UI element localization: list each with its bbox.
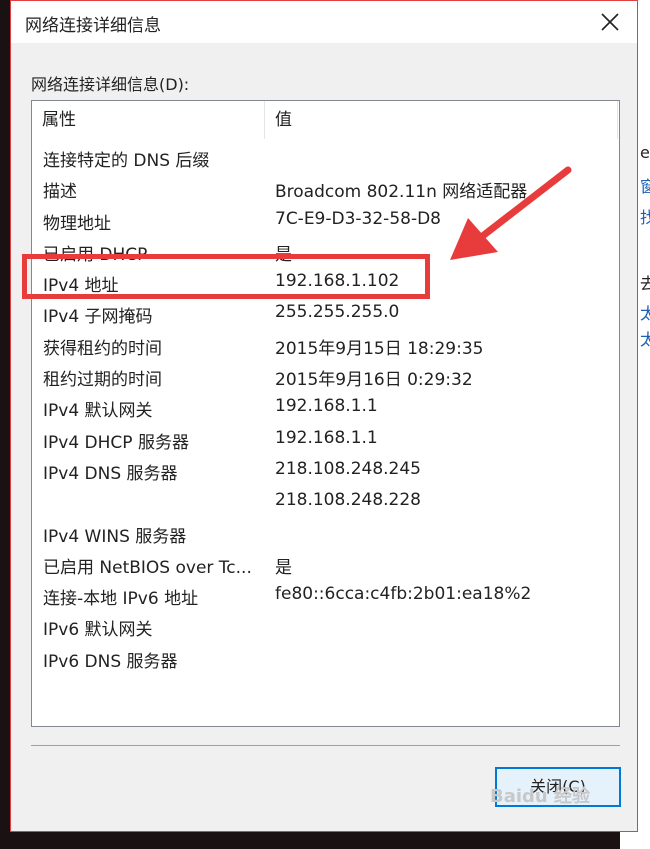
column-header-property[interactable]: 属性	[32, 101, 265, 139]
list-header: 属性 值	[32, 101, 618, 139]
property-name: 连接-本地 IPv6 地址	[43, 589, 199, 610]
list-item[interactable]: IPv4 DHCP 服务器 192.168.1.1	[32, 424, 618, 455]
list-item[interactable]: 218.108.248.228	[32, 486, 618, 517]
separator	[31, 745, 620, 746]
background-link[interactable]: 窗	[640, 173, 650, 197]
property-name: 租约过期的时间	[43, 370, 162, 391]
dialog-title: 网络连接详细信息	[25, 16, 161, 36]
close-icon[interactable]	[593, 5, 627, 39]
details-label: 网络连接详细信息(D):	[31, 75, 190, 94]
network-details-dialog: 网络连接详细信息 网络连接详细信息(D): 属性 值 连接特定的 DNS 后缀描…	[10, 0, 638, 832]
list-item[interactable]: 已启用 NetBIOS over Tc... 是	[32, 549, 618, 580]
list-item[interactable]: IPv6 默认网关	[32, 611, 618, 642]
property-name: IPv4 DHCP 服务器	[43, 432, 189, 453]
list-item[interactable]: IPv4 DNS 服务器 218.108.248.245	[32, 455, 618, 486]
property-name: 描述	[43, 182, 77, 203]
property-value: 192.168.1.1	[275, 427, 378, 448]
property-name: 已启用 NetBIOS over Tc...	[43, 557, 252, 578]
property-name: IPv6 DNS 服务器	[43, 651, 178, 672]
background-link[interactable]: 太	[640, 326, 650, 350]
list-item[interactable]: IPv4 默认网关 192.168.1.1	[32, 392, 618, 423]
property-name: IPv4 DNS 服务器	[43, 463, 178, 484]
property-value: 2015年9月15日 18:29:35	[275, 338, 484, 359]
background-text: 去	[640, 274, 650, 293]
property-value: 218.108.248.228	[275, 490, 422, 511]
list-item[interactable]: IPv4 WINS 服务器	[32, 518, 618, 549]
property-value: 192.168.1.1	[275, 396, 378, 417]
watermark: Baidu 经验	[490, 786, 591, 807]
property-name: 物理地址	[43, 213, 111, 234]
list-item[interactable]: IPv6 DNS 服务器	[32, 643, 618, 674]
property-value: 7C-E9-D3-32-58-D8	[275, 208, 441, 229]
property-value: 2015年9月16日 0:29:32	[275, 370, 473, 391]
property-value: 218.108.248.245	[275, 458, 422, 479]
property-name: IPv6 默认网关	[43, 620, 153, 641]
list-item[interactable]: 获得租约的时间 2015年9月15日 18:29:35	[32, 330, 618, 361]
property-value: 是	[275, 557, 292, 578]
title-bar[interactable]: 网络连接详细信息	[11, 1, 637, 43]
property-name: IPv4 WINS 服务器	[43, 526, 187, 547]
list-item[interactable]: 租约过期的时间 2015年9月16日 0:29:32	[32, 361, 618, 392]
highlight-box	[22, 254, 430, 299]
background-text: e	[640, 143, 650, 162]
property-name: IPv4 子网掩码	[43, 307, 153, 328]
column-header-value[interactable]: 值	[265, 101, 618, 139]
property-name: 连接特定的 DNS 后缀	[43, 151, 210, 171]
background-link[interactable]: 太	[640, 300, 650, 324]
background-link[interactable]: 找	[640, 204, 650, 228]
property-value: fe80::6cca:c4fb:2b01:ea18%2	[275, 584, 532, 605]
property-name: IPv4 默认网关	[43, 401, 153, 422]
annotation-arrow-icon	[450, 166, 572, 260]
list-item[interactable]: IPv4 子网掩码 255.255.255.0	[32, 298, 618, 329]
property-name: 获得租约的时间	[43, 338, 162, 359]
list-item[interactable]: 连接-本地 IPv6 地址 fe80::6cca:c4fb:2b01:ea18%2	[32, 580, 618, 611]
property-value: 255.255.255.0	[275, 302, 400, 323]
